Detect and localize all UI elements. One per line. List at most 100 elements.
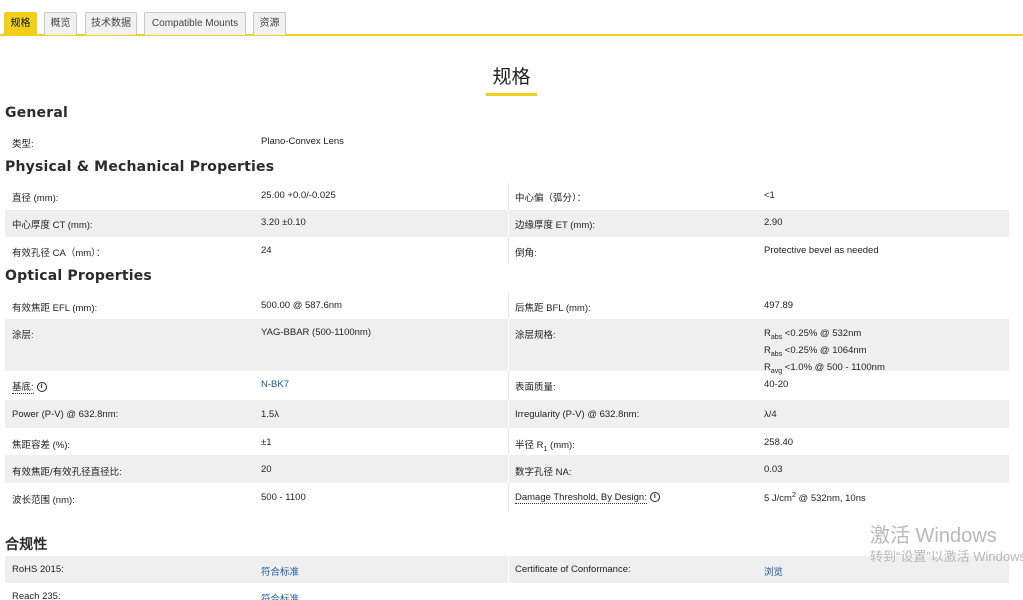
table-row: 类型: Plano-Convex Lens	[5, 136, 1009, 154]
radius-label-unit: (mm):	[547, 440, 575, 451]
spec-label: 有效孔径 CA（mm）：	[12, 248, 106, 259]
damage-threshold-label-text[interactable]: Damage Threshold, By Design:	[515, 492, 647, 504]
table-row: 基底: i N-BK7 表面质量: 40-20	[5, 371, 1009, 400]
spec-label: 数字孔径 NA:	[515, 467, 572, 478]
column-divider	[508, 319, 509, 371]
table-row: Reach 235: 符合标准	[5, 583, 1009, 600]
table-row: 中心厚度 CT (mm): 3.20 ±0.10 边缘厚度 ET (mm): 2…	[5, 210, 1009, 237]
rohs-compliance-link[interactable]: 符合标准	[261, 564, 299, 578]
damage-value-text: 5 J/cm	[764, 493, 792, 505]
spec-value: 3.20 ±0.10	[261, 217, 306, 228]
spec-label: 有效焦距/有效孔径直径比:	[12, 467, 122, 478]
section-title-optical: Optical Properties	[5, 268, 152, 284]
spec-value: λ/4	[764, 409, 777, 420]
spec-value: <1	[764, 190, 775, 201]
tab-resources[interactable]: 资源	[253, 12, 286, 35]
section-title-compliance: 合规性	[5, 537, 48, 553]
spec-value: Protective bevel as needed	[764, 245, 879, 256]
spec-value: 40-20	[764, 379, 789, 390]
column-divider	[508, 183, 509, 210]
column-divider	[508, 237, 509, 264]
column-divider	[508, 483, 509, 511]
column-divider	[508, 428, 509, 455]
substrate-label[interactable]: 基底: i	[12, 379, 47, 394]
coating-spec-symbol: R	[764, 328, 771, 339]
spec-value: 500.00 @ 587.6nm	[261, 300, 342, 311]
table-row: Power (P-V) @ 632.8nm: 1.5λ Irregularity…	[5, 400, 1009, 428]
spec-value: YAG-BBAR (500-1100nm)	[261, 327, 371, 338]
column-divider	[508, 292, 509, 319]
reach-compliance-link[interactable]: 符合标准	[261, 591, 299, 600]
spec-value: Plano-Convex Lens	[261, 136, 344, 147]
coating-spec-symbol: R	[764, 344, 771, 356]
table-row: 有效孔径 CA（mm）： 24 倒角: Protective bevel as …	[5, 237, 1009, 264]
table-row: 直径 (mm): 25.00 +0.0/-0.025 中心偏（弧分）： <1	[5, 183, 1009, 210]
spec-label: 倒角:	[515, 248, 537, 259]
table-row: 焦距容差 (%): ±1 半径 R1 (mm): 258.40	[5, 428, 1009, 455]
spec-label: 直径 (mm):	[12, 193, 59, 204]
spec-label: 中心厚度 CT (mm):	[12, 220, 93, 231]
spec-label: 焦距容差 (%):	[12, 440, 71, 451]
tab-bar: 规格 概览 技术数据 Compatible Mounts 资源	[0, 0, 1023, 36]
spec-label: Power (P-V) @ 632.8nm:	[12, 409, 119, 420]
damage-threshold-label[interactable]: Damage Threshold, By Design: i	[515, 492, 660, 504]
spec-value: 25.00 +0.0/-0.025	[261, 190, 336, 201]
section-title-physical: Physical & Mechanical Properties	[5, 159, 275, 175]
tab-compatible-mounts[interactable]: Compatible Mounts	[144, 12, 246, 35]
column-divider	[508, 455, 509, 483]
spec-label: 边缘厚度 ET (mm):	[515, 220, 596, 231]
radius-label: 半径 R1 (mm):	[515, 437, 575, 453]
spec-label: 有效焦距 EFL (mm):	[12, 303, 98, 314]
tab-overview[interactable]: 概览	[44, 12, 77, 35]
spec-label: Irregularity (P-V) @ 632.8nm:	[515, 409, 640, 420]
radius-label-text: 半径 R	[515, 440, 544, 451]
spec-value: 2.90	[764, 217, 783, 228]
page-title-text: 规格	[486, 62, 537, 96]
spec-value: ±1	[261, 437, 272, 448]
spec-label: 后焦距 BFL (mm):	[515, 303, 591, 314]
spec-label: 涂层:	[12, 330, 34, 341]
spec-value: 20	[261, 464, 272, 475]
coating-spec-text: <0.25% @ 1064nm	[782, 344, 867, 356]
page-title: 规格	[0, 62, 1023, 96]
spec-label: 类型:	[12, 139, 34, 150]
spec-value: 1.5λ	[261, 409, 279, 420]
spec-value: 0.03	[764, 464, 783, 475]
spec-label: 表面质量:	[515, 382, 556, 393]
table-row: 涂层: YAG-BBAR (500-1100nm) 涂层规格: Rabs <0.…	[5, 319, 1009, 375]
column-divider	[508, 400, 509, 428]
section-title-general: General	[5, 105, 68, 121]
coating-spec-text: <0.25% @ 532nm	[782, 328, 862, 339]
spec-value: 497.89	[764, 300, 794, 311]
table-row: 波长范围 (nm): 500 - 1100 Damage Threshold, …	[5, 483, 1009, 511]
spec-value: 24	[261, 245, 272, 256]
spec-label: 中心偏（弧分）：	[515, 193, 587, 204]
spec-label: 涂层规格:	[515, 330, 556, 341]
substrate-label-text[interactable]: 基底:	[12, 382, 34, 394]
table-row: RoHS 2015: 符合标准 Certificate of Conforman…	[5, 556, 1009, 583]
spec-value: 500 - 1100	[261, 492, 306, 503]
windows-activation-title: 激活 Windows	[870, 525, 997, 547]
substrate-link[interactable]: N-BK7	[261, 379, 289, 390]
spec-label: Reach 235:	[12, 591, 61, 600]
certificate-view-link[interactable]: 浏览	[764, 564, 783, 578]
coating-spec-subscript: abs	[770, 333, 783, 341]
tab-technical-data[interactable]: 技术数据	[85, 12, 137, 35]
damage-threshold-value: 5 J/cm2 @ 532nm, 10ns	[764, 492, 866, 504]
coating-spec-line: Rabs <0.25% @ 532nm	[764, 327, 885, 344]
info-icon[interactable]: i	[36, 382, 47, 393]
table-row: 有效焦距 EFL (mm): 500.00 @ 587.6nm 后焦距 BFL …	[5, 292, 1009, 319]
column-divider	[508, 556, 509, 583]
spec-label: 波长范围 (nm):	[12, 495, 75, 506]
info-icon[interactable]: i	[649, 492, 660, 503]
damage-value-unit: @ 532nm, 10ns	[795, 493, 866, 505]
spec-label: RoHS 2015:	[12, 564, 64, 575]
column-divider	[508, 371, 509, 400]
table-row: 有效焦距/有效孔径直径比: 20 数字孔径 NA: 0.03	[5, 455, 1009, 483]
windows-activation-hint: 转到“设置”以激活 Windows。	[870, 549, 1023, 564]
spec-value: 258.40	[764, 437, 794, 448]
column-divider	[508, 210, 509, 237]
coating-spec-subscript: abs	[770, 350, 783, 358]
coating-spec-line: Rabs <0.25% @ 1064nm	[764, 344, 885, 361]
tab-specs[interactable]: 规格	[4, 12, 37, 35]
